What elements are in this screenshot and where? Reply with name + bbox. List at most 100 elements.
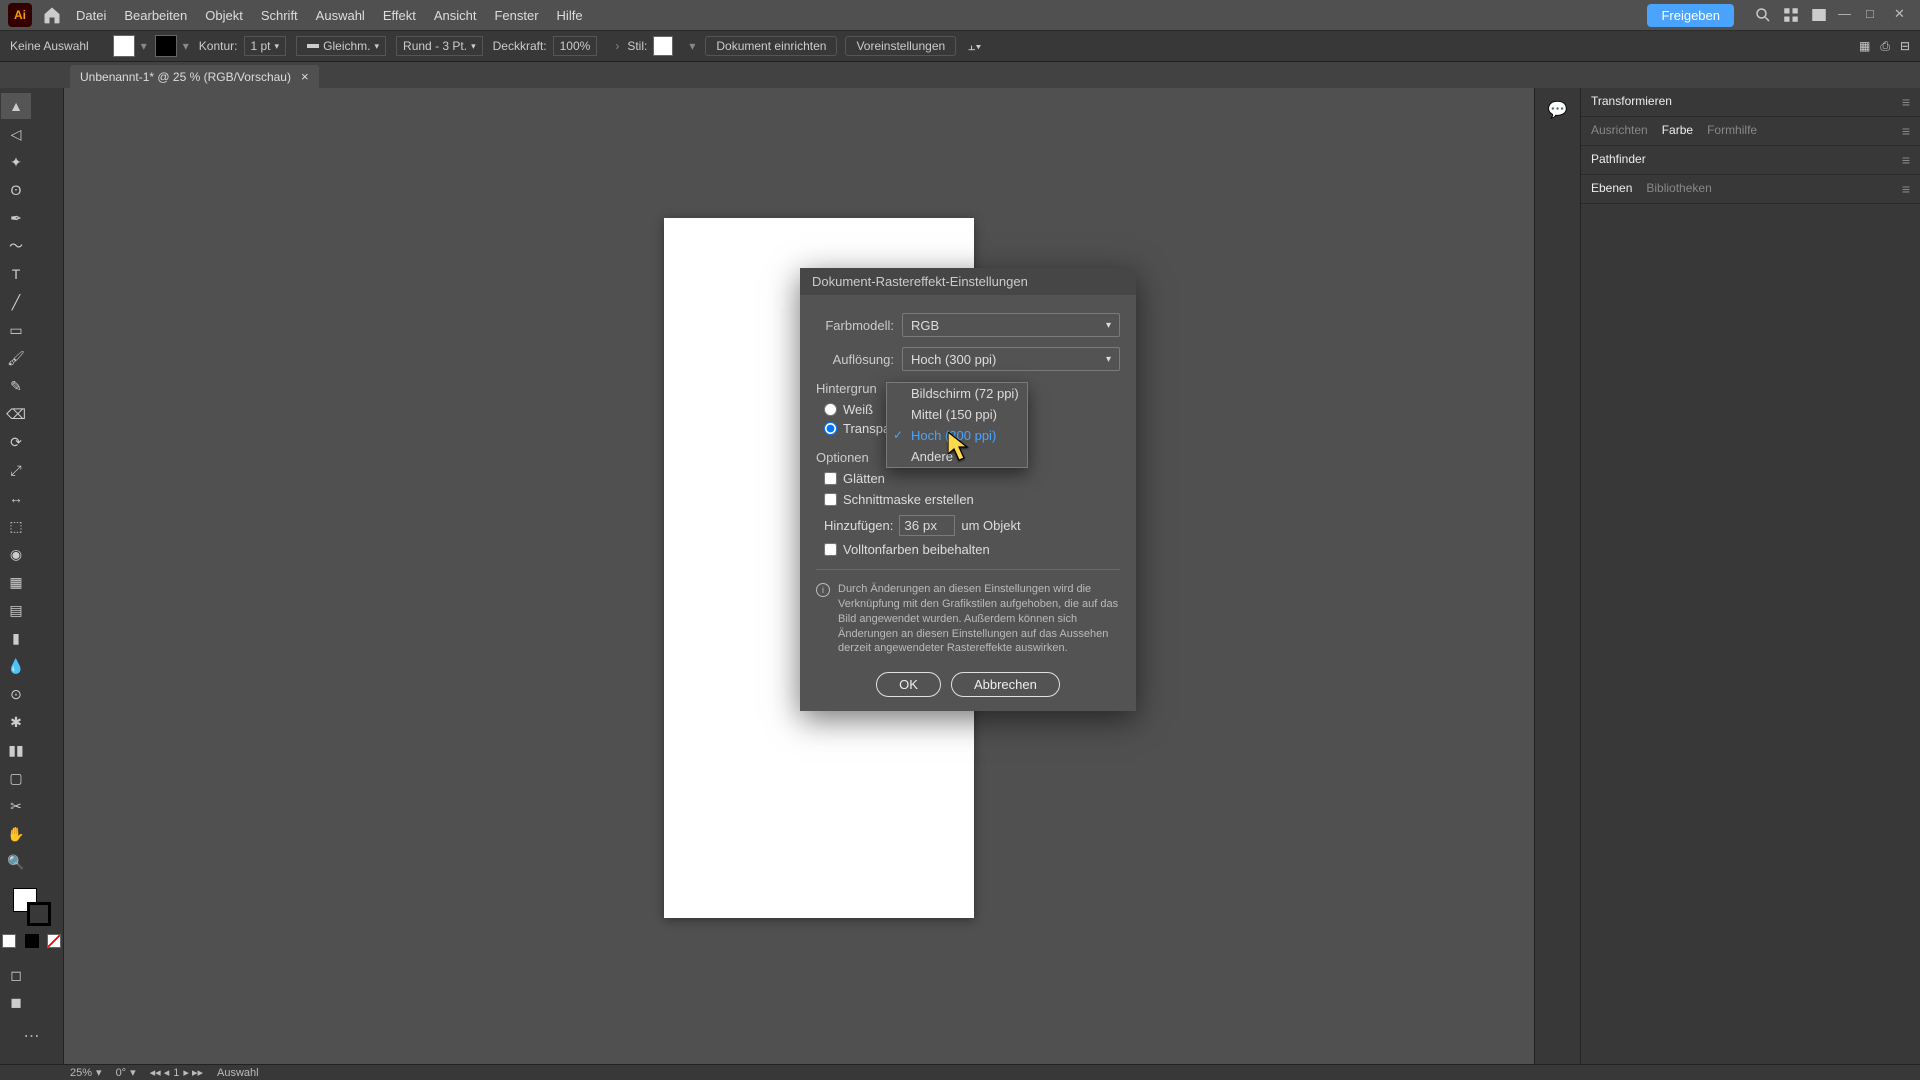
slice-tool[interactable]: ✂ xyxy=(1,793,31,819)
cancel-button[interactable]: Abbrechen xyxy=(951,672,1060,697)
gradient-tool[interactable]: ▮ xyxy=(1,625,31,651)
stroke-swatch[interactable] xyxy=(155,35,177,57)
panel-tab-ebenen[interactable]: Ebenen xyxy=(1591,181,1632,197)
panel-menu-icon[interactable]: ≡ xyxy=(1902,123,1910,139)
gradient-mode-icon[interactable] xyxy=(25,934,39,948)
panel-tab-farbe[interactable]: Farbe xyxy=(1662,123,1693,139)
panel-menu-icon[interactable]: ≡ xyxy=(1902,94,1910,110)
share-button[interactable]: Freigeben xyxy=(1647,4,1734,27)
artboard-tool[interactable]: ▢ xyxy=(1,765,31,791)
close-tab-icon[interactable]: × xyxy=(301,69,309,84)
color-mode-icon[interactable] xyxy=(2,934,16,948)
home-icon[interactable] xyxy=(42,5,62,25)
panel-header-color: Ausrichten Farbe Formhilfe ≡ xyxy=(1581,117,1920,146)
fill-swatch[interactable] xyxy=(113,35,135,57)
magic-wand-tool[interactable]: ✦ xyxy=(1,149,31,175)
style-swatch[interactable] xyxy=(653,36,673,56)
window-close-icon[interactable]: ✕ xyxy=(1894,6,1912,24)
stroke-square[interactable] xyxy=(27,902,51,926)
menu-auswahl[interactable]: Auswahl xyxy=(316,8,365,23)
farbmodell-dropdown[interactable]: RGB▾ xyxy=(902,313,1120,337)
paintbrush-tool[interactable]: 🖌 xyxy=(1,345,31,371)
comments-icon[interactable]: 💬 xyxy=(1548,100,1568,120)
document-setup-button[interactable]: Dokument einrichten xyxy=(705,36,837,56)
stroke-style-dropdown[interactable]: Gleichm.▾ xyxy=(296,36,386,56)
shape-builder-tool[interactable]: ◉ xyxy=(1,541,31,567)
menu-hilfe[interactable]: Hilfe xyxy=(557,8,583,23)
chevron-down-icon[interactable]: ▾ xyxy=(141,39,147,53)
menu-datei[interactable]: Datei xyxy=(76,8,106,23)
fill-stroke-control[interactable] xyxy=(13,888,51,926)
panel-menu-icon[interactable]: ≡ xyxy=(1902,181,1910,197)
chevron-down-icon[interactable]: ▾ xyxy=(183,39,189,53)
draw-mode-normal-icon[interactable]: ◻ xyxy=(1,962,31,988)
search-icon[interactable] xyxy=(1754,6,1772,24)
selection-tool[interactable]: ▲ xyxy=(1,93,31,119)
draw-mode-behind-icon[interactable]: ◼ xyxy=(1,989,31,1015)
rotate-view[interactable]: 0° ▾ xyxy=(116,1066,136,1079)
checkbox-volltonfarben[interactable]: Volltonfarben beibehalten xyxy=(824,542,1120,557)
rectangle-tool[interactable]: ▭ xyxy=(1,317,31,343)
chevron-down-icon[interactable]: ▾ xyxy=(689,39,695,53)
zoom-tool[interactable]: 🔍 xyxy=(1,849,31,875)
mesh-tool[interactable]: ▤ xyxy=(1,597,31,623)
scale-tool[interactable]: ⤢ xyxy=(1,457,31,483)
none-mode-icon[interactable] xyxy=(47,934,61,948)
panel-tab-bibliotheken[interactable]: Bibliotheken xyxy=(1646,181,1711,197)
pen-tool[interactable]: ✒ xyxy=(1,205,31,231)
curvature-tool[interactable]: ～ xyxy=(1,233,31,259)
checkbox-schnittmaske[interactable]: Schnittmaske erstellen xyxy=(824,492,1120,507)
width-tool[interactable]: ↔ xyxy=(1,485,31,511)
panel-tab-formhilfe[interactable]: Formhilfe xyxy=(1707,123,1757,139)
hinzufuegen-input[interactable] xyxy=(899,515,955,536)
free-transform-tool[interactable]: ⬚ xyxy=(1,513,31,539)
type-tool[interactable]: T xyxy=(1,261,31,287)
document-tab[interactable]: Unbenannt-1* @ 25 % (RGB/Vorschau) × xyxy=(70,65,319,88)
panel-tab-transformieren[interactable]: Transformieren xyxy=(1591,94,1672,110)
ok-button[interactable]: OK xyxy=(876,672,941,697)
checkbox-glaetten[interactable]: Glätten xyxy=(824,471,1120,486)
opacity-dropdown[interactable]: 100% xyxy=(553,36,598,56)
rotate-tool[interactable]: ⟳ xyxy=(1,429,31,455)
column-graph-tool[interactable]: ▮▮ xyxy=(1,737,31,763)
stroke-weight-dropdown[interactable]: 1 pt▾ xyxy=(244,36,287,56)
align-flyout-icon[interactable]: ⫠▾ xyxy=(968,39,981,54)
properties-icon[interactable]: ⎙ xyxy=(1880,39,1890,54)
panel-menu-icon[interactable]: ≡ xyxy=(1902,152,1910,168)
panel-toggle-icon[interactable]: ▦ xyxy=(1859,39,1870,53)
workspace-icon[interactable] xyxy=(1810,6,1828,24)
blend-tool[interactable]: ⊙ xyxy=(1,681,31,707)
eyedropper-tool[interactable]: 💧 xyxy=(1,653,31,679)
window-maximize-icon[interactable]: □ xyxy=(1866,6,1884,24)
hand-tool[interactable]: ✋ xyxy=(1,821,31,847)
line-tool[interactable]: ╱ xyxy=(1,289,31,315)
symbol-sprayer-tool[interactable]: ✱ xyxy=(1,709,31,735)
shaper-tool[interactable]: ✎ xyxy=(1,373,31,399)
aufloesung-dropdown[interactable]: Hoch (300 ppi)▾ xyxy=(902,347,1120,371)
edit-toolbar-icon[interactable]: ⋯ xyxy=(0,1026,63,1046)
menu-objekt[interactable]: Objekt xyxy=(205,8,243,23)
zoom-level[interactable]: 25% ▾ xyxy=(70,1066,102,1079)
perspective-tool[interactable]: ▦ xyxy=(1,569,31,595)
dropdown-option-mittel[interactable]: Mittel (150 ppi) xyxy=(887,404,1027,425)
menu-bearbeiten[interactable]: Bearbeiten xyxy=(124,8,187,23)
direct-selection-tool[interactable]: ◁ xyxy=(1,121,31,147)
menu-ansicht[interactable]: Ansicht xyxy=(434,8,477,23)
menu-fenster[interactable]: Fenster xyxy=(494,8,538,23)
right-panels: Transformieren ≡ Ausrichten Farbe Formhi… xyxy=(1580,88,1920,1064)
lasso-tool[interactable]: ʘ xyxy=(1,177,31,203)
window-minimize-icon[interactable]: — xyxy=(1838,6,1856,24)
menu-effekt[interactable]: Effekt xyxy=(383,8,416,23)
panel-tab-pathfinder[interactable]: Pathfinder xyxy=(1591,152,1646,168)
panel-tab-ausrichten[interactable]: Ausrichten xyxy=(1591,123,1648,139)
chevron-right-icon[interactable]: › xyxy=(615,39,619,53)
brush-profile-dropdown[interactable]: Rund - 3 Pt.▾ xyxy=(396,36,483,56)
preferences-button[interactable]: Voreinstellungen xyxy=(845,36,956,56)
menu-schrift[interactable]: Schrift xyxy=(261,8,298,23)
expand-icon[interactable]: ⊟ xyxy=(1900,39,1910,53)
dropdown-option-bildschirm[interactable]: Bildschirm (72 ppi) xyxy=(887,383,1027,404)
arrange-icon[interactable] xyxy=(1782,6,1800,24)
artboard-nav[interactable]: ◂◂ ◂ 1 ▸ ▸▸ xyxy=(150,1066,203,1079)
eraser-tool[interactable]: ⌫ xyxy=(1,401,31,427)
canvas[interactable] xyxy=(64,88,1534,1064)
